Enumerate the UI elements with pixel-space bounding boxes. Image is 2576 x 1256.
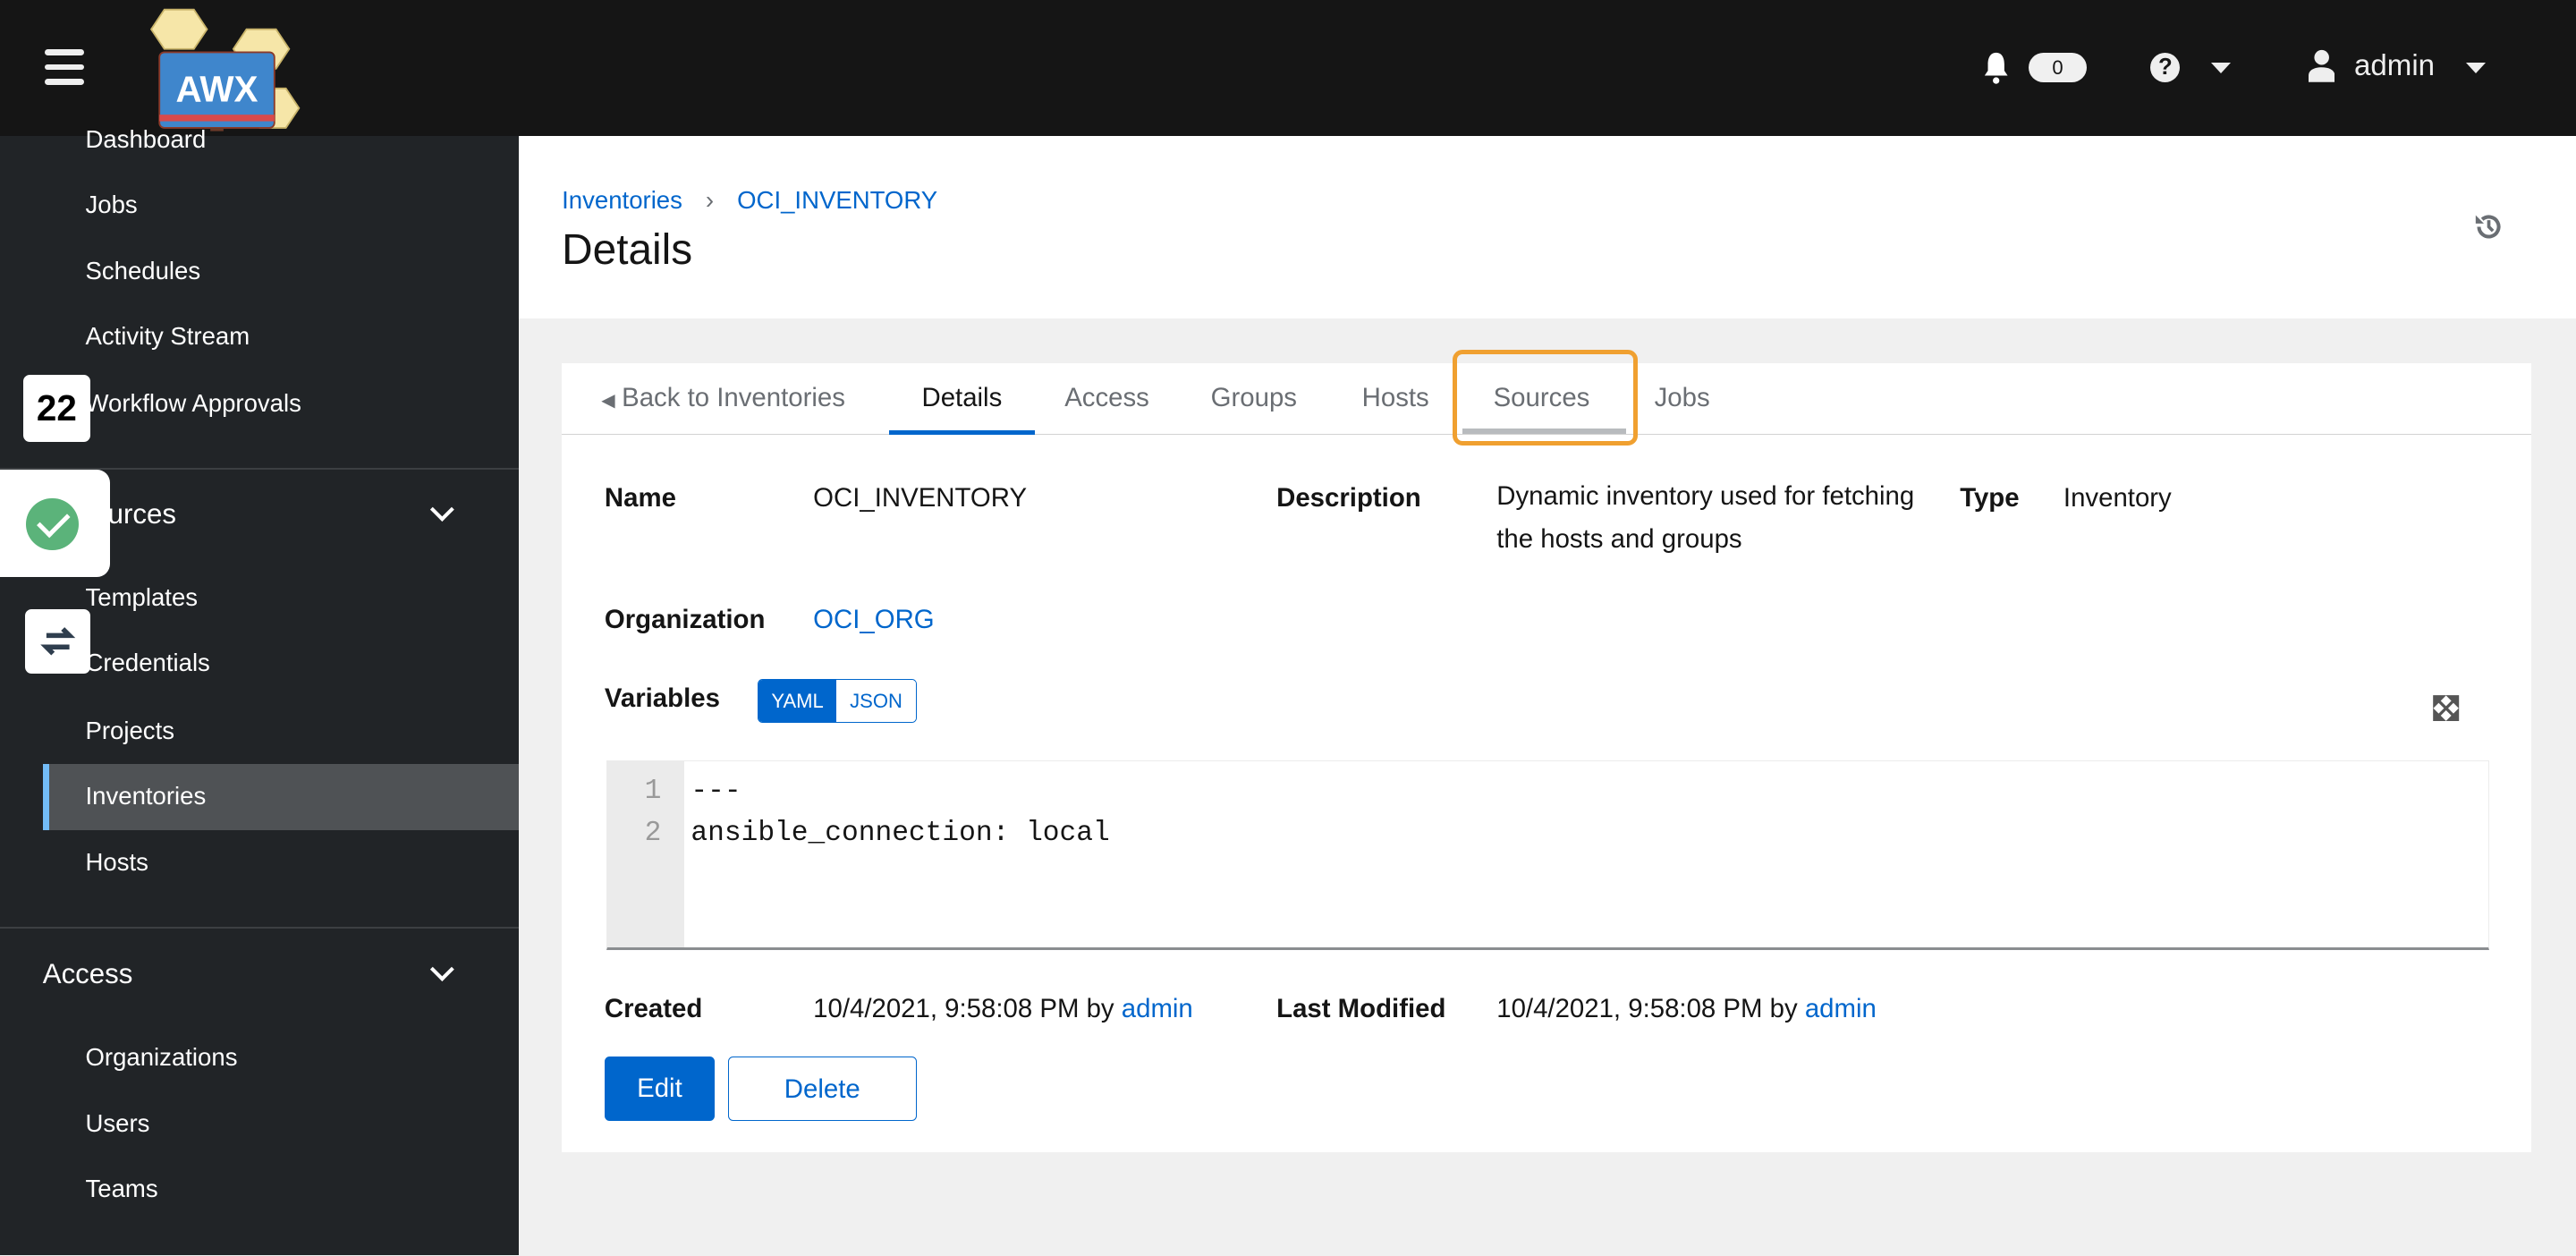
sidebar-item-schedules[interactable]: Schedules: [86, 257, 201, 285]
breadcrumb-separator-icon: ›: [705, 185, 715, 214]
awx-logo[interactable]: AWX: [131, 6, 309, 132]
sidebar-item-credentials[interactable]: Credentials: [86, 649, 210, 677]
caret-left-icon: ◀: [601, 390, 615, 411]
sidebar-item-activity-stream[interactable]: Activity Stream: [86, 322, 250, 351]
check-circle-icon: [26, 497, 80, 551]
access-chevron-down-icon[interactable]: [430, 957, 454, 982]
edit-button[interactable]: Edit: [604, 1057, 715, 1121]
name-label: Name: [604, 482, 676, 513]
name-value: OCI_INVENTORY: [813, 482, 1028, 513]
variables-label: Variables: [604, 683, 720, 714]
tab-back-to-inventories[interactable]: ◀ Back to Inventories: [601, 363, 845, 434]
tab-jobs[interactable]: Jobs: [1655, 363, 1710, 434]
top-header: AWX 0 ? admin: [0, 0, 2576, 137]
sources-highlight-box: [1452, 350, 1639, 446]
created-by-link[interactable]: admin: [1122, 994, 1193, 1023]
floating-swap-button[interactable]: [24, 609, 91, 675]
sidebar-item-dashboard[interactable]: Dashboard: [86, 125, 207, 154]
type-label: Type: [1960, 482, 2020, 513]
json-toggle-button[interactable]: JSON: [836, 679, 916, 723]
type-value: Inventory: [2063, 482, 2172, 513]
sidebar-group-access[interactable]: Access: [43, 958, 133, 990]
swap-arrows-icon: [39, 627, 75, 656]
sidebar-item-teams[interactable]: Teams: [86, 1175, 158, 1203]
tab-groups[interactable]: Groups: [1211, 363, 1297, 434]
sidebar-item-templates[interactable]: Templates: [86, 583, 199, 612]
page-title: Details: [562, 225, 693, 274]
breadcrumb: Inventories › OCI_INVENTORY: [562, 186, 937, 215]
modified-by-link[interactable]: admin: [1805, 994, 1877, 1023]
help-caret-down-icon[interactable]: [2211, 62, 2232, 73]
floating-count-badge[interactable]: 22: [22, 374, 90, 443]
page-header: Inventories › OCI_INVENTORY Details: [519, 136, 2576, 319]
resources-chevron-down-icon[interactable]: [430, 497, 454, 522]
history-icon[interactable]: [2474, 212, 2504, 242]
floating-status-panel[interactable]: [0, 470, 111, 577]
code-line: 1 ---: [644, 775, 741, 807]
tabs-bar: ◀ Back to Inventories Details Access Grou…: [562, 350, 2532, 446]
code-line: 2 ansible_connection: local: [644, 818, 1110, 850]
sidebar-nav: Dashboard Jobs Schedules Activity Stream…: [0, 125, 520, 1256]
notifications-count-badge[interactable]: 0: [2029, 52, 2087, 82]
user-icon[interactable]: [2308, 49, 2334, 82]
created-label: Created: [604, 994, 703, 1024]
tab-access[interactable]: Access: [1064, 363, 1149, 434]
notifications-bell-icon[interactable]: [1983, 51, 2009, 84]
tab-hosts[interactable]: Hosts: [1362, 363, 1429, 434]
sidebar-item-inventories[interactable]: Inventories: [86, 782, 207, 810]
user-menu-label[interactable]: admin: [2354, 49, 2435, 83]
description-label: Description: [1276, 482, 1421, 513]
tab-details[interactable]: Details: [888, 363, 1036, 436]
last-modified-label: Last Modified: [1276, 994, 1446, 1024]
organization-label: Organization: [604, 604, 766, 634]
delete-button[interactable]: Delete: [727, 1057, 917, 1121]
description-value: Dynamic inventory used for fetching the …: [1496, 480, 1915, 554]
created-value: 10/4/2021, 9:58:08 PM by admin: [813, 994, 1193, 1024]
sidebar-item-jobs[interactable]: Jobs: [86, 191, 138, 219]
details-card: ◀ Back to Inventories Details Access Grou…: [562, 350, 2532, 1152]
breadcrumb-inventories-link[interactable]: Inventories: [562, 186, 682, 214]
sidebar-item-workflow-approvals[interactable]: Workflow Approvals: [86, 389, 301, 418]
sidebar-item-users[interactable]: Users: [86, 1109, 150, 1138]
sidebar-divider: [0, 926, 520, 929]
last-modified-value: 10/4/2021, 9:58:08 PM by admin: [1496, 994, 1877, 1024]
sidebar-item-projects[interactable]: Projects: [86, 717, 175, 745]
expand-icon[interactable]: [2433, 695, 2460, 722]
breadcrumb-current-link[interactable]: OCI_INVENTORY: [737, 186, 937, 214]
hamburger-menu-icon[interactable]: [44, 49, 84, 85]
organization-link[interactable]: OCI_ORG: [813, 605, 934, 635]
help-icon[interactable]: ?: [2150, 52, 2181, 82]
sidebar-item-hosts[interactable]: Hosts: [86, 848, 148, 877]
sidebar-item-organizations[interactable]: Organizations: [86, 1043, 238, 1072]
format-toggle: YAML JSON: [757, 678, 917, 724]
variables-code-editor[interactable]: 1 --- 2 ansible_connection: local: [606, 760, 2489, 950]
yaml-toggle-button[interactable]: YAML: [758, 679, 837, 723]
user-caret-down-icon[interactable]: [2465, 62, 2486, 73]
svg-text:AWX: AWX: [175, 69, 258, 110]
